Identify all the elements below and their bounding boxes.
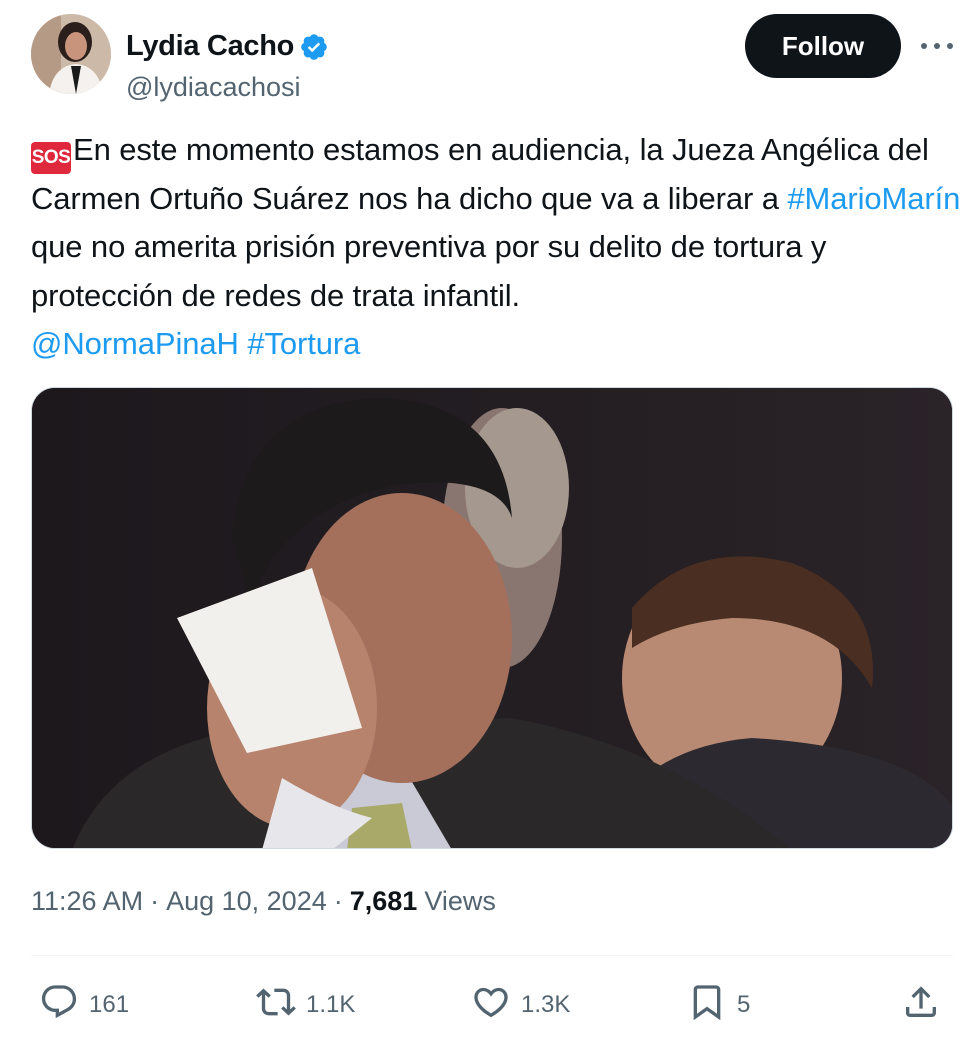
tweet-date[interactable]: Aug 10, 2024	[166, 886, 327, 917]
reply-button[interactable]: 161	[39, 975, 129, 1035]
like-count: 1.3K	[521, 991, 571, 1018]
heart-icon	[471, 982, 511, 1029]
hashtag-link[interactable]: #Tortura	[247, 326, 360, 361]
views-count: 7,681	[349, 886, 418, 916]
share-icon	[901, 982, 941, 1029]
repost-button[interactable]: 1.1K	[256, 975, 355, 1035]
repost-icon	[256, 982, 296, 1029]
author-name-row[interactable]: Lydia Cacho	[126, 30, 329, 63]
separator-dot: ·	[150, 886, 160, 916]
follow-button[interactable]: Follow	[745, 14, 901, 78]
separator-dot: ·	[333, 886, 343, 916]
tweet-text: SOSEn este momento estamos en audiencia,…	[31, 126, 961, 369]
reply-count: 161	[89, 991, 130, 1018]
reply-icon	[39, 982, 79, 1029]
repost-count: 1.1K	[306, 991, 356, 1018]
like-button[interactable]: 1.3K	[471, 975, 570, 1035]
bookmark-count: 5	[737, 991, 751, 1018]
tweet-text-part: que no amerita prisión preventiva por su…	[31, 229, 827, 313]
views-label: Views	[424, 886, 496, 916]
sos-emoji-icon: SOS	[31, 142, 71, 174]
author-name[interactable]: Lydia Cacho	[126, 30, 294, 63]
tweet-time[interactable]: 11:26 AM	[31, 886, 143, 917]
tweet-metadata: 11:26 AM · Aug 10, 2024 · 7,681 Views	[31, 886, 496, 917]
mention-link[interactable]: @NormaPinaH	[31, 326, 239, 361]
action-bar: 161 1.1K 1.3K 5	[31, 975, 953, 1035]
avatar[interactable]	[31, 14, 111, 94]
verified-badge-icon	[299, 32, 329, 62]
author-handle[interactable]: @lydiacachosi	[126, 72, 301, 103]
tweet-photo[interactable]	[31, 387, 953, 849]
more-options-icon[interactable]	[919, 34, 955, 58]
bookmark-icon	[687, 982, 727, 1029]
bookmark-button[interactable]: 5	[687, 975, 750, 1035]
tweet-header: Lydia Cacho @lydiacachosi Follow	[31, 14, 961, 102]
hashtag-link[interactable]: #MarioMarín	[787, 181, 960, 216]
share-button[interactable]	[901, 975, 941, 1035]
divider	[31, 955, 953, 956]
